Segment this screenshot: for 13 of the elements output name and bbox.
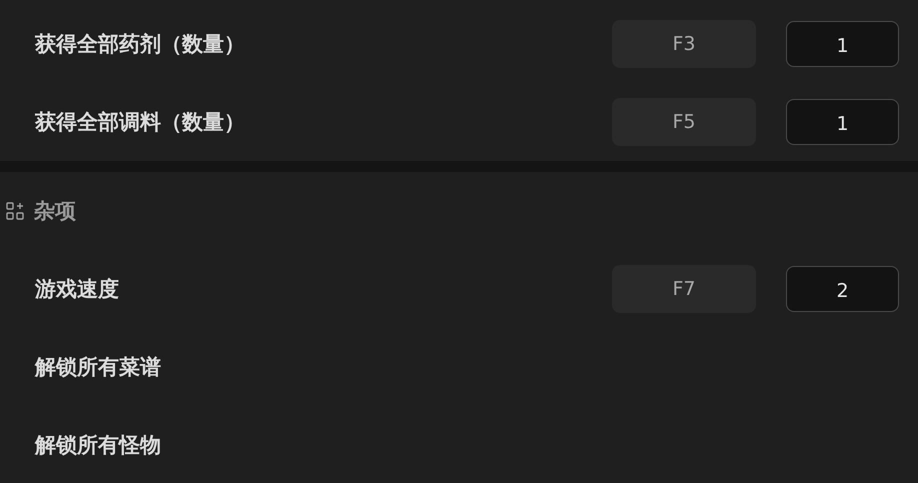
- hotkey-button[interactable]: F7: [612, 265, 756, 313]
- option-label: 游戏速度: [35, 276, 120, 303]
- value-field[interactable]: 1: [786, 21, 899, 67]
- apps-icon: [6, 202, 24, 220]
- option-label: 获得全部调料（数量）: [35, 109, 246, 136]
- section-title: 杂项: [34, 198, 76, 225]
- value-field[interactable]: 1: [786, 99, 899, 145]
- hotkey-button[interactable]: F3: [612, 20, 756, 68]
- option-label: 解锁所有菜谱: [35, 354, 162, 381]
- option-label: 获得全部药剂（数量）: [35, 31, 246, 58]
- value-field[interactable]: 2: [786, 266, 899, 312]
- hotkey-button[interactable]: F5: [612, 98, 756, 146]
- option-label: 解锁所有怪物: [35, 432, 162, 459]
